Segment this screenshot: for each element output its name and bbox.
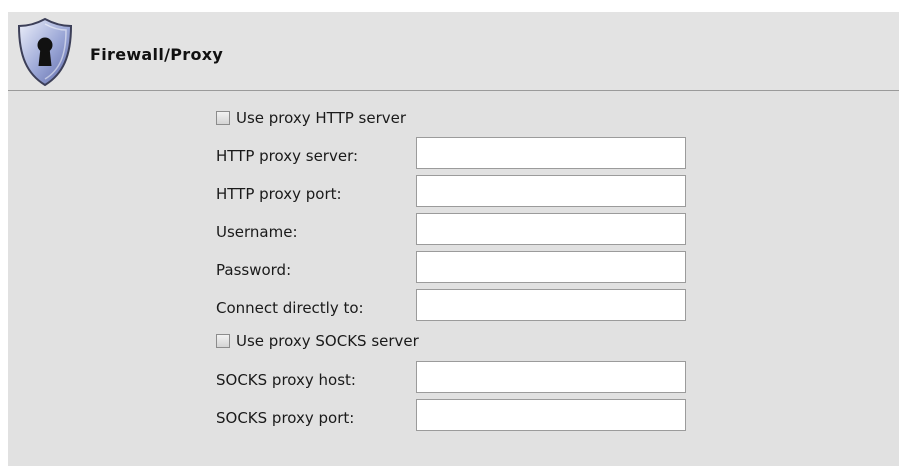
keyhole-shield-icon — [17, 17, 73, 87]
password-label: Password: — [216, 261, 292, 279]
use-http-proxy-label: Use proxy HTTP server — [236, 109, 407, 127]
use-socks-proxy-checkbox[interactable] — [216, 334, 230, 348]
http-proxy-port-label: HTTP proxy port: — [216, 185, 342, 203]
connect-directly-label: Connect directly to: — [216, 299, 364, 317]
use-socks-proxy-label: Use proxy SOCKS server — [236, 332, 419, 350]
connect-directly-input[interactable] — [416, 289, 686, 321]
socks-proxy-port-label: SOCKS proxy port: — [216, 409, 355, 427]
panel-header: Firewall/Proxy — [8, 12, 899, 91]
username-input[interactable] — [416, 213, 686, 245]
http-proxy-server-label: HTTP proxy server: — [216, 147, 359, 165]
socks-proxy-host-label: SOCKS proxy host: — [216, 371, 356, 389]
http-proxy-server-input[interactable] — [416, 137, 686, 169]
http-proxy-port-input[interactable] — [416, 175, 686, 207]
use-http-proxy-checkbox[interactable] — [216, 111, 230, 125]
socks-proxy-host-input[interactable] — [416, 361, 686, 393]
use-http-proxy-row[interactable]: Use proxy HTTP server — [216, 107, 406, 129]
use-socks-proxy-row[interactable]: Use proxy SOCKS server — [216, 330, 419, 352]
socks-proxy-port-input[interactable] — [416, 399, 686, 431]
password-input[interactable] — [416, 251, 686, 283]
page-title: Firewall/Proxy — [90, 45, 224, 64]
username-label: Username: — [216, 223, 298, 241]
